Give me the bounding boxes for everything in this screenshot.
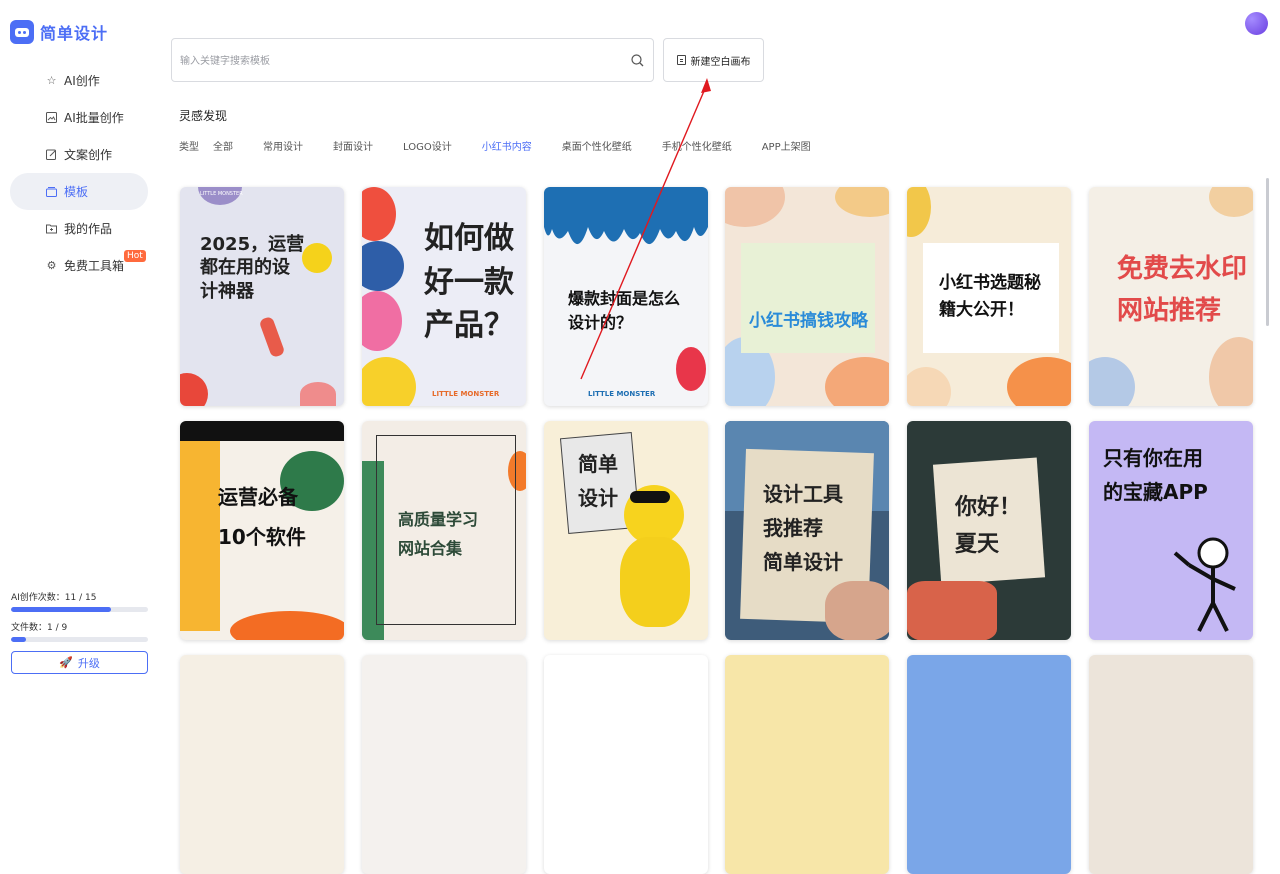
template-title-line: 高质量学习 bbox=[398, 510, 479, 529]
template-title-line: 籍大公开！ bbox=[939, 300, 1024, 321]
sidebar-item-ai-batch[interactable]: AI批量创作 bbox=[10, 99, 148, 136]
sidebar-item-label: 我的作品 bbox=[64, 222, 113, 236]
template-title-line: 小红书搞钱攻略 bbox=[749, 311, 868, 331]
document-icon bbox=[676, 55, 686, 65]
template-title-line: 2025，运营 bbox=[200, 234, 305, 255]
template-card[interactable]: 免费去水印 网站推荐 bbox=[1089, 187, 1253, 406]
sidebar-item-label: 文案创作 bbox=[64, 148, 113, 162]
template-title-line: 计神器 bbox=[200, 280, 254, 302]
template-title-line: 小红书选题秘 bbox=[939, 273, 1041, 293]
template-brand: LITTLE MONSTER bbox=[588, 390, 656, 398]
template-card[interactable] bbox=[362, 655, 526, 874]
sidebar-item-label: 模板 bbox=[64, 185, 89, 199]
sidebar-item-label: AI创作 bbox=[64, 74, 100, 88]
user-avatar[interactable] bbox=[1245, 12, 1268, 35]
template-title-line: 好一款 bbox=[424, 264, 514, 300]
ai-quota-label: AI创作次数：11 / 15 bbox=[11, 593, 97, 603]
sidebar-item-ai-create[interactable]: ☆ AI创作 bbox=[10, 62, 148, 99]
template-card[interactable]: 设计工具 我推荐 简单设计 bbox=[725, 421, 889, 640]
ai-quota-bar bbox=[11, 607, 148, 612]
sidebar-item-toolbox[interactable]: ⚙ 免费工具箱 Hot bbox=[10, 247, 148, 284]
template-card[interactable] bbox=[180, 655, 344, 874]
template-title-line: 简单设计 bbox=[763, 550, 843, 574]
template-card[interactable]: 爆款封面是怎么 设计的？ LITTLE MONSTER bbox=[544, 187, 708, 406]
image-icon bbox=[46, 112, 57, 123]
template-icon bbox=[46, 186, 57, 197]
filter-xiaohongshu[interactable]: 小红书内容 bbox=[482, 138, 532, 153]
sidebar-nav: ☆ AI创作 AI批量创作 文案创作 模板 我的作品 ⚙ 免费工具箱 Hot bbox=[10, 62, 148, 284]
template-title-line: 免费去水印 bbox=[1117, 254, 1248, 284]
sidebar-item-copywriting[interactable]: 文案创作 bbox=[10, 136, 148, 173]
template-title-line: 爆款封面是怎么 bbox=[568, 289, 681, 308]
template-card[interactable] bbox=[907, 655, 1071, 874]
template-title-line: 网站推荐 bbox=[1117, 295, 1222, 326]
logo-icon bbox=[10, 20, 34, 44]
sidebar-item-templates[interactable]: 模板 bbox=[10, 173, 148, 210]
filter-common[interactable]: 常用设计 bbox=[263, 138, 303, 153]
filter-logo[interactable]: LOGO设计 bbox=[403, 138, 452, 153]
template-brand: LITTLE MONSTER bbox=[200, 191, 243, 197]
template-title-line: 夏天 bbox=[955, 532, 1000, 558]
file-quota-label: 文件数：1 / 9 bbox=[11, 623, 68, 633]
app-logo[interactable]: 简单设计 bbox=[10, 20, 108, 44]
template-card[interactable]: 你好！ 夏天 bbox=[907, 421, 1071, 640]
template-card[interactable] bbox=[544, 655, 708, 874]
scrollbar[interactable] bbox=[1266, 178, 1269, 326]
upgrade-label: 升级 bbox=[77, 656, 100, 670]
file-quota-bar bbox=[11, 637, 148, 642]
template-title-line: 如何做 bbox=[424, 221, 514, 256]
sidebar-item-label: 免费工具箱 bbox=[64, 259, 125, 273]
template-brand: LITTLE MONSTER bbox=[432, 390, 500, 398]
template-title-line: 运营必备 bbox=[218, 485, 298, 509]
template-title-line: 只有你在用 bbox=[1103, 446, 1203, 470]
template-title-line: 10个软件 bbox=[218, 525, 306, 549]
template-card[interactable]: 如何做 好一款 产品？ LITTLE MONSTER bbox=[362, 187, 526, 406]
section-title: 灵感发现 bbox=[179, 109, 228, 123]
template-card[interactable]: 简单 设计 bbox=[544, 421, 708, 640]
filter-app-store[interactable]: APP上架图 bbox=[762, 138, 811, 153]
template-title-line: 的宝藏APP bbox=[1103, 480, 1208, 504]
template-card[interactable]: 小红书搞钱攻略 bbox=[725, 187, 889, 406]
template-title-line: 简单 bbox=[578, 452, 618, 476]
template-title-line: 我推荐 bbox=[763, 516, 823, 540]
template-card[interactable]: 运营必备 10个软件 bbox=[180, 421, 344, 640]
rocket-icon: 🚀 bbox=[59, 656, 73, 669]
sidebar: 简单设计 ☆ AI创作 AI批量创作 文案创作 模板 我的作品 ⚙ 免费工具箱 … bbox=[0, 0, 160, 692]
search-icon[interactable] bbox=[631, 54, 644, 67]
template-card[interactable]: 小红书选题秘 籍大公开！ bbox=[907, 187, 1071, 406]
upgrade-button[interactable]: 🚀 升级 bbox=[11, 651, 148, 674]
template-card[interactable]: 高质量学习 网站合集 bbox=[362, 421, 526, 640]
star-icon: ☆ bbox=[46, 74, 57, 87]
category-filters: 类型 全部 常用设计 封面设计 LOGO设计 小红书内容 桌面个性化壁纸 手机个… bbox=[179, 138, 841, 153]
filter-desktop-wallpaper[interactable]: 桌面个性化壁纸 bbox=[562, 138, 632, 153]
search-box bbox=[171, 38, 654, 82]
template-title-line: 都在用的设 bbox=[200, 257, 290, 279]
template-card[interactable] bbox=[725, 655, 889, 874]
filter-label: 类型 bbox=[179, 142, 199, 153]
template-title-line: 网站合集 bbox=[398, 538, 463, 558]
gear-icon: ⚙ bbox=[46, 259, 57, 272]
sidebar-item-label: AI批量创作 bbox=[64, 111, 124, 125]
file-quota-bar-fill bbox=[11, 637, 27, 642]
edit-icon bbox=[46, 149, 57, 160]
template-card[interactable] bbox=[1089, 655, 1253, 874]
template-title-line: 设计 bbox=[578, 486, 618, 510]
template-title-line: 设计工具 bbox=[763, 482, 843, 506]
filter-all[interactable]: 全部 bbox=[213, 138, 233, 153]
filter-cover[interactable]: 封面设计 bbox=[333, 138, 373, 153]
app-name: 简单设计 bbox=[40, 24, 109, 43]
filter-phone-wallpaper[interactable]: 手机个性化壁纸 bbox=[662, 138, 732, 153]
template-title-line: 设计的？ bbox=[568, 313, 633, 332]
template-card[interactable]: LITTLE MONSTER 2025，运营 都在用的设 计神器 bbox=[180, 187, 344, 406]
new-canvas-label: 新建空白画布 bbox=[690, 56, 751, 68]
ai-quota-bar-fill bbox=[11, 607, 112, 612]
template-title-line: 产品？ bbox=[424, 308, 514, 343]
new-blank-canvas-button[interactable]: 新建空白画布 bbox=[663, 38, 764, 82]
hot-badge: Hot bbox=[124, 250, 146, 262]
search-input[interactable] bbox=[180, 51, 610, 71]
template-title-line: 你好！ bbox=[955, 495, 1022, 520]
sidebar-item-my-works[interactable]: 我的作品 bbox=[10, 210, 148, 247]
folder-icon bbox=[46, 223, 57, 234]
template-card[interactable]: 只有你在用 的宝藏APP bbox=[1089, 421, 1253, 640]
